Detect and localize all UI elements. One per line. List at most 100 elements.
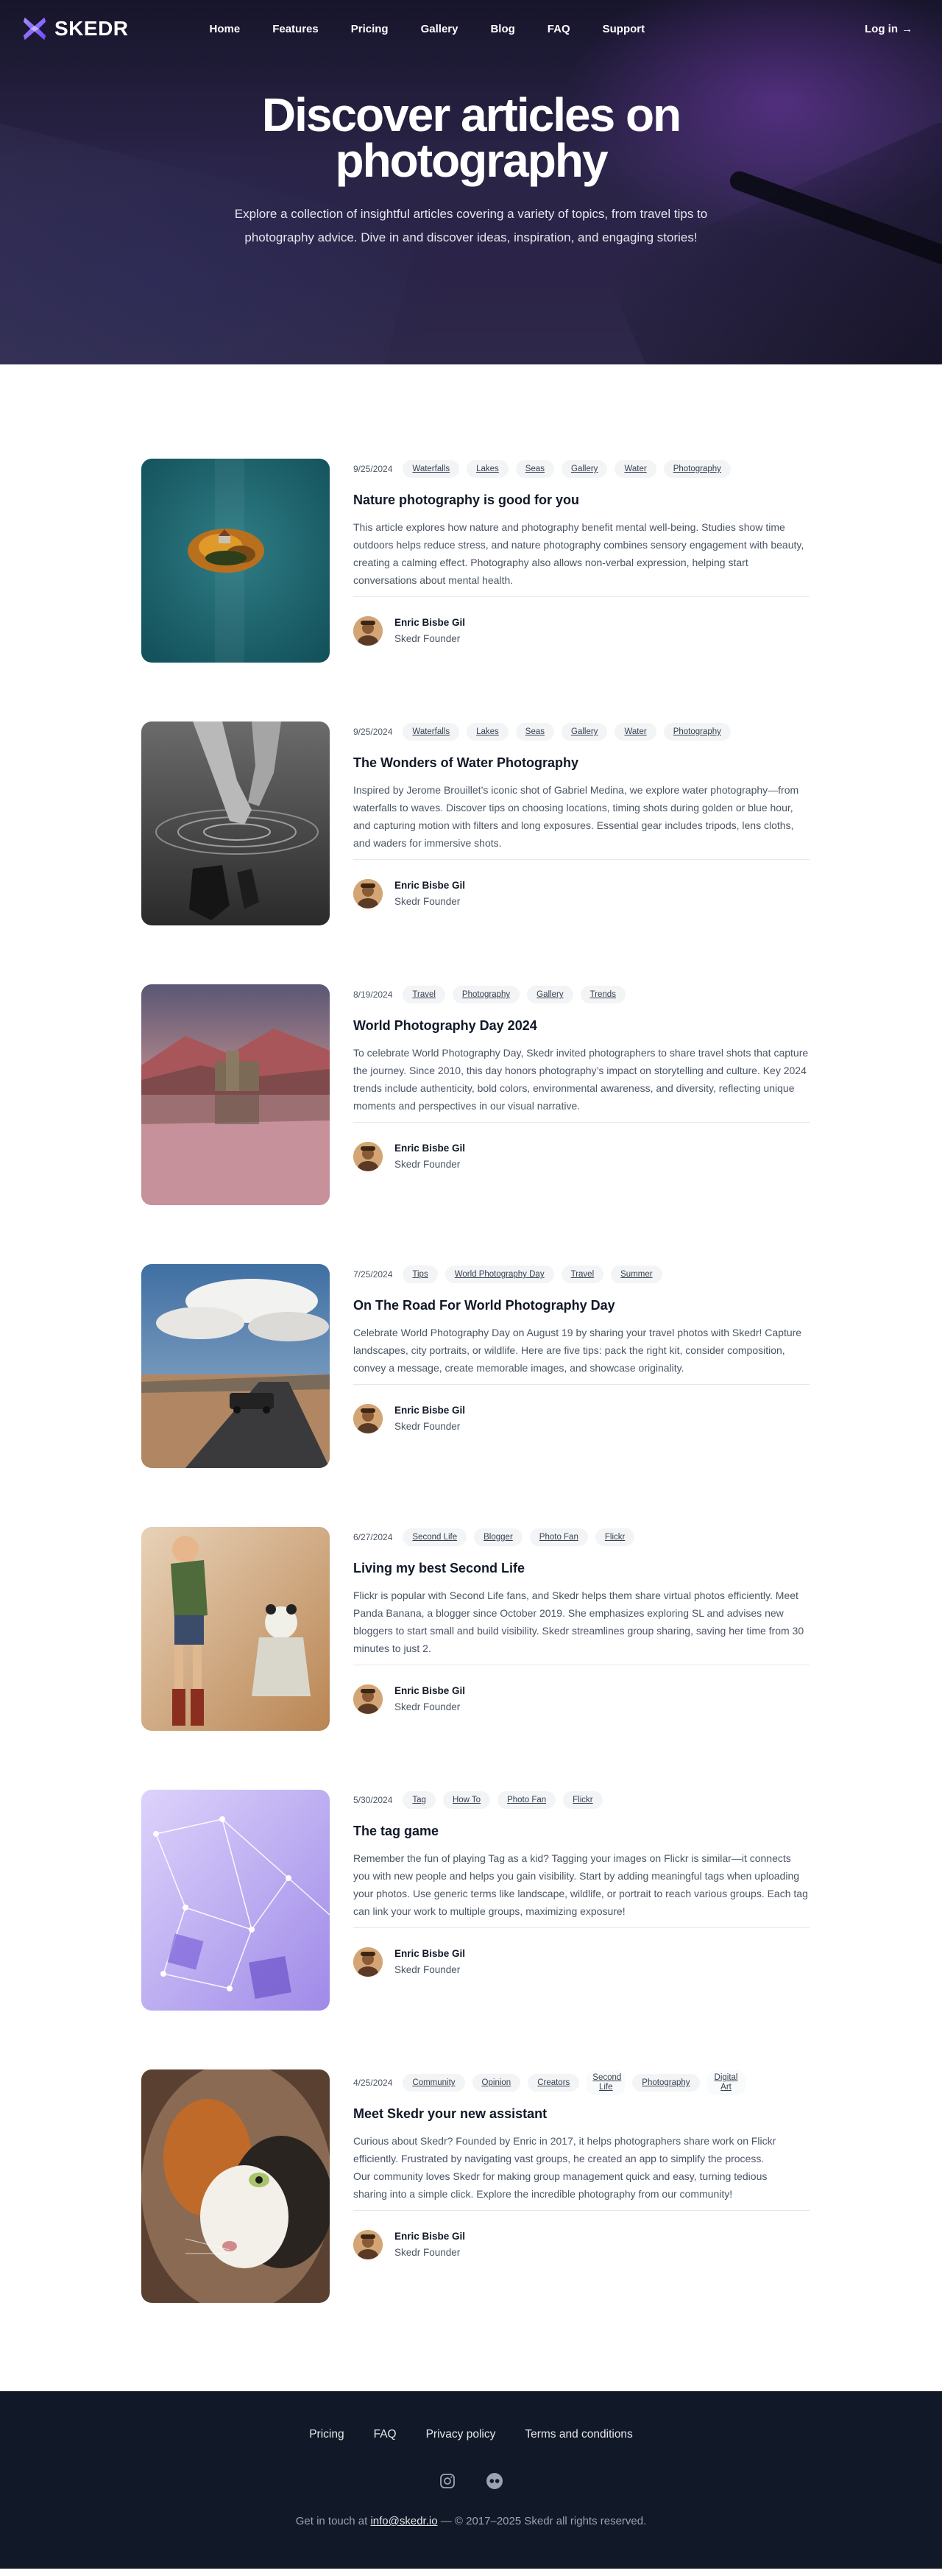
tag[interactable]: Photography [663, 723, 731, 741]
article-description: Inspired by Jerome Brouillet’s iconic sh… [353, 784, 799, 849]
article-image-link[interactable] [141, 2069, 330, 2303]
avatar [353, 2230, 383, 2259]
top-nav: SKEDR Home Features Pricing Gallery Blog… [0, 0, 942, 57]
tag[interactable]: Second Life [587, 2070, 626, 2095]
tag[interactable]: Photo Fan [497, 1791, 556, 1809]
logo-link[interactable]: SKEDR [21, 15, 129, 43]
author: Enric Bisbe Gil Skedr Founder [353, 1946, 810, 1978]
nav-links: Home Features Pricing Gallery Blog FAQ S… [192, 23, 662, 35]
article-title[interactable]: On The Road For World Photography Day [353, 1296, 810, 1314]
article-date: 9/25/2024 [353, 727, 393, 737]
tag[interactable]: Digital Art [706, 2070, 746, 2095]
tag[interactable]: Gallery [562, 460, 608, 478]
tag[interactable]: Flickr [563, 1791, 603, 1809]
article-meta: 8/19/2024 Travel Photography Gallery Tre… [353, 984, 810, 1005]
tag[interactable]: Photography [663, 460, 731, 478]
footer-link-faq[interactable]: FAQ [374, 2428, 397, 2441]
tag[interactable]: How To [442, 1791, 491, 1809]
tag[interactable]: Tips [403, 1266, 438, 1283]
nav-link-pricing[interactable]: Pricing [335, 23, 405, 35]
tag[interactable]: World Photography Day [445, 1266, 554, 1283]
divider [353, 1384, 810, 1385]
article-title[interactable]: The Wonders of Water Photography [353, 754, 810, 772]
article-description: Curious about Skedr? Founded by Enric in… [353, 2135, 776, 2200]
article-image-link[interactable] [141, 1527, 330, 1731]
tag[interactable]: Flickr [595, 1528, 635, 1546]
avatar [353, 1142, 383, 1171]
divider [353, 596, 810, 597]
article-body: 9/25/2024 Waterfalls Lakes Seas Gallery … [353, 459, 810, 663]
article-meta: 9/25/2024 Waterfalls Lakes Seas Gallery … [353, 459, 810, 479]
nav-link-home[interactable]: Home [192, 23, 257, 35]
avatar [353, 1684, 383, 1714]
tag[interactable]: Blogger [474, 1528, 523, 1546]
tag[interactable]: Seas [515, 723, 554, 741]
author-role: Skedr Founder [394, 1421, 461, 1432]
article-date: 9/25/2024 [353, 464, 393, 474]
nav-link-blog[interactable]: Blog [474, 23, 531, 35]
nav-link-support[interactable]: Support [587, 23, 662, 35]
article-date: 5/30/2024 [353, 1795, 393, 1805]
instagram-link[interactable] [439, 2472, 456, 2490]
tag[interactable]: Gallery [527, 986, 573, 1003]
hero-subtitle: Explore a collection of insightful artic… [234, 207, 708, 244]
tag[interactable]: Water [615, 723, 656, 741]
author: Enric Bisbe Gil Skedr Founder [353, 878, 810, 910]
article-title[interactable]: World Photography Day 2024 [353, 1017, 810, 1034]
article-image-link[interactable] [141, 459, 330, 663]
author-role: Skedr Founder [394, 1159, 461, 1170]
tag[interactable]: Gallery [562, 723, 608, 741]
author-role: Skedr Founder [394, 2247, 461, 2258]
article-title[interactable]: Meet Skedr your new assistant [353, 2105, 810, 2122]
tag[interactable]: Trends [580, 986, 626, 1003]
tag[interactable]: Photography [632, 2074, 700, 2092]
tag[interactable]: Second Life [403, 1528, 467, 1546]
logo-text: SKEDR [54, 17, 129, 40]
copyright-text: — © 2017–2025 Skedr all rights reserved. [440, 2515, 647, 2527]
footer-link-terms[interactable]: Terms and conditions [525, 2428, 632, 2441]
avatar [353, 1947, 383, 1977]
nav-link-features[interactable]: Features [256, 23, 335, 35]
tag[interactable]: Seas [515, 460, 554, 478]
article-image-link[interactable] [141, 721, 330, 925]
tag[interactable]: Photo Fan [529, 1528, 588, 1546]
tag[interactable]: Opinion [472, 2074, 521, 2092]
tag[interactable]: Travel [561, 1266, 604, 1283]
tag[interactable]: Waterfalls [403, 723, 460, 741]
author-name: Enric Bisbe Gil [394, 1685, 466, 1696]
instagram-icon [440, 2474, 455, 2488]
nav-link-gallery[interactable]: Gallery [405, 23, 475, 35]
article-card: 9/25/2024 Waterfalls Lakes Seas Gallery … [141, 721, 942, 925]
tag[interactable]: Water [615, 460, 656, 478]
tag[interactable]: Creators [528, 2074, 580, 2092]
purple-network-image [141, 1790, 330, 2011]
tag[interactable]: Tag [403, 1791, 436, 1809]
tag[interactable]: Community [403, 2074, 465, 2092]
cat-closeup-image [141, 2069, 330, 2303]
author-name: Enric Bisbe Gil [394, 880, 466, 891]
article-image-link[interactable] [141, 1264, 330, 1468]
article-description: To celebrate World Photography Day, Sked… [353, 1047, 809, 1112]
tag[interactable]: Photography [452, 986, 520, 1003]
article-image-link[interactable] [141, 1790, 330, 2011]
aerial-island-lake-image [141, 459, 330, 663]
footer-link-privacy[interactable]: Privacy policy [426, 2428, 496, 2441]
nav-link-faq[interactable]: FAQ [531, 23, 587, 35]
footer-link-pricing[interactable]: Pricing [309, 2428, 344, 2441]
article-card: 7/25/2024 Tips World Photography Day Tra… [141, 1264, 942, 1468]
flickr-link[interactable] [486, 2472, 503, 2490]
castle-lake-image [141, 984, 330, 1205]
login-link[interactable]: Log in → [865, 23, 913, 35]
tag[interactable]: Summer [611, 1266, 662, 1283]
tag[interactable]: Waterfalls [403, 460, 460, 478]
tag[interactable]: Lakes [467, 460, 509, 478]
article-image-link[interactable] [141, 984, 330, 1205]
article-title[interactable]: The tag game [353, 1822, 810, 1840]
tag[interactable]: Lakes [467, 723, 509, 741]
article-title[interactable]: Nature photography is good for you [353, 491, 810, 509]
article-title[interactable]: Living my best Second Life [353, 1559, 810, 1577]
tag[interactable]: Travel [403, 986, 445, 1003]
contact-email-link[interactable]: info@skedr.io [370, 2515, 437, 2527]
author-role: Skedr Founder [394, 1701, 461, 1712]
divider [353, 1122, 810, 1123]
